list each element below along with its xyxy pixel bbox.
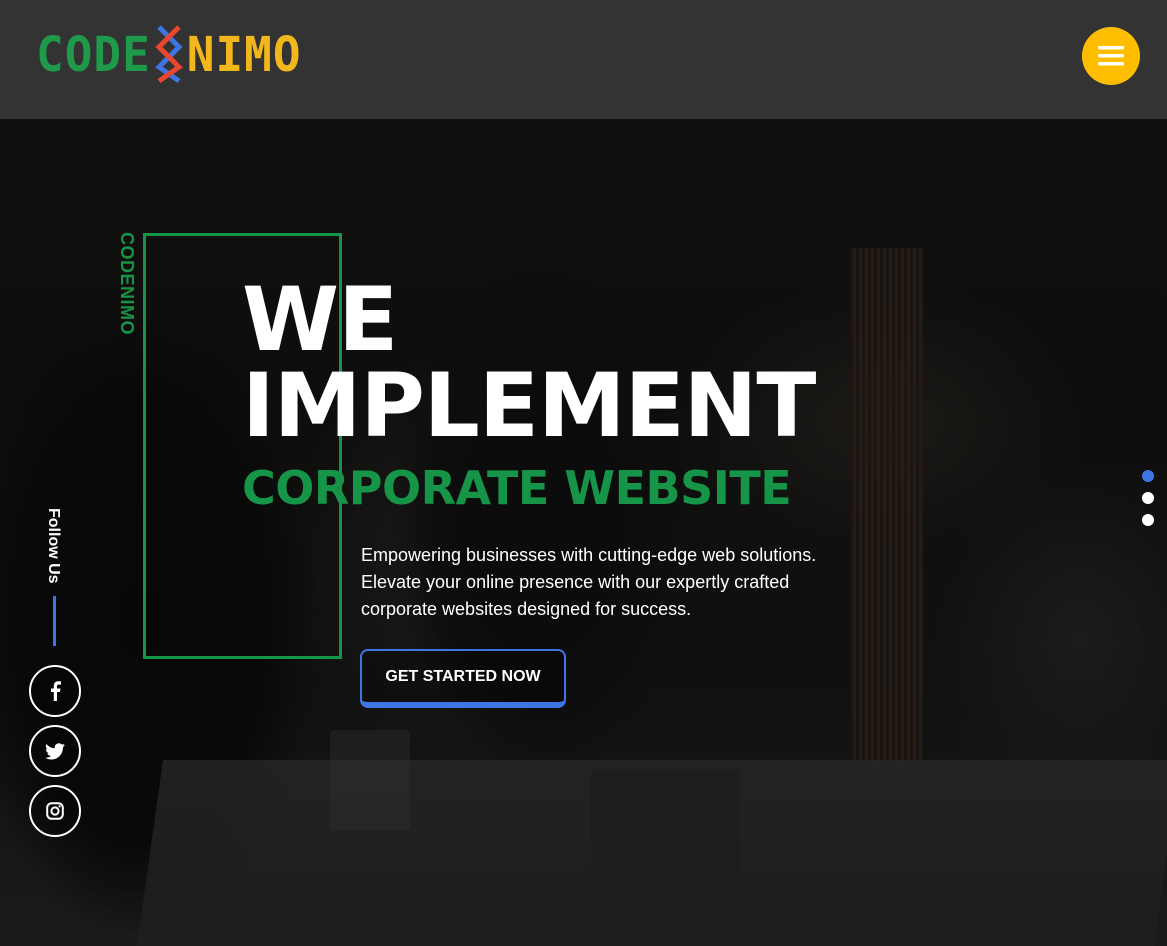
instagram-link[interactable] [29,785,81,837]
site-logo[interactable]: CODE NIMO [36,24,302,84]
slider-dot-2[interactable] [1142,492,1154,504]
hero-subheadline: CORPORATE WEBSITE [242,461,792,515]
follow-us-label: Follow Us [45,508,62,584]
instagram-icon [46,802,64,820]
follow-us-divider [53,596,56,646]
slider-dot-1[interactable] [1142,470,1154,482]
menu-button[interactable] [1082,27,1140,85]
hero-description: Empowering businesses with cutting-edge … [361,545,817,619]
logo-text-nimo: NIMO [186,25,302,83]
hamburger-icon [1098,46,1124,66]
twitter-icon [45,742,65,759]
vertical-brand-text: CODENIMO [117,232,137,335]
twitter-link[interactable] [29,725,81,777]
get-started-button[interactable]: GET STARTED NOW [360,649,566,708]
slider-dot-3[interactable] [1142,514,1154,526]
logo-text-code: CODE [36,25,151,83]
hero-headline-line2: IMPLEMENT [242,354,816,457]
site-header: CODE NIMO [0,0,1167,119]
facebook-link[interactable] [29,665,81,717]
facebook-icon [51,681,61,701]
logo-x-mark-icon [154,25,183,83]
